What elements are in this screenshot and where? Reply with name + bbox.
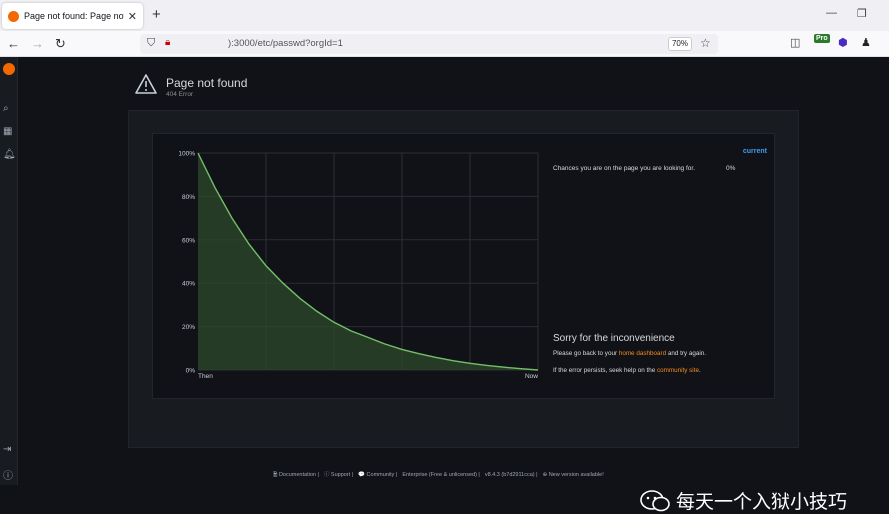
y-tick-label: 40% [182, 281, 195, 288]
watermark: 每天一个入狱小技巧 [640, 487, 847, 514]
pro-extension-icon[interactable]: Pro [814, 34, 830, 43]
legend-current-header: current [742, 148, 767, 155]
back-arrow-icon[interactable]: ← [7, 36, 20, 51]
reload-icon[interactable]: ↻ [55, 36, 66, 52]
pocket-icon[interactable]: ◫ [790, 36, 800, 49]
community-link[interactable]: 💬 Community | [358, 472, 397, 478]
tab-close-icon[interactable]: ✕ [128, 10, 137, 23]
y-tick-label: 100% [178, 151, 195, 158]
side-menu: ⌕ ▦ 🔔︎ ⇥ ⓘ [0, 57, 18, 485]
footer: 🗎 Documentation | ⓘ Support | 💬 Community … [273, 470, 609, 480]
y-tick-label: 20% [182, 324, 195, 331]
page-subtitle: 404 Error [166, 91, 194, 98]
sign-in-icon[interactable]: ⇥ [3, 444, 11, 455]
home-dashboard-link[interactable]: home dashboard [619, 350, 666, 357]
warning-icon [135, 74, 157, 94]
search-icon[interactable]: ⌕ [3, 103, 9, 114]
extension-hex-icon[interactable]: ⬢ [838, 36, 848, 49]
page-title: Page not found [166, 76, 248, 90]
url-text[interactable]: ):3000/etc/passwd?orgId=1 [228, 38, 343, 49]
shield-icon[interactable]: ⛉ [147, 37, 155, 50]
browser-nav-bar: ← → ↻ ⛉ 🔒︎ ):3000/etc/passwd?orgId=1 70%… [0, 31, 889, 57]
legend-current-value: 0% [726, 165, 736, 172]
browser-tab-bar: Page not found: Page not found ✕ + — ❐ [0, 0, 889, 31]
legend-series-name: Chances you are on the page you are look… [553, 165, 696, 172]
url-bar[interactable]: ⛉ 🔒︎ ):3000/etc/passwd?orgId=1 70% ☆ [140, 34, 718, 54]
go-back-prefix: Please go back to your [553, 350, 618, 357]
zoom-level[interactable]: 70% [668, 37, 692, 51]
persist-suffix: . [698, 367, 701, 374]
browser-tab[interactable]: Page not found: Page not found ✕ [2, 3, 143, 29]
community-site-link[interactable]: community site [657, 367, 699, 374]
y-tick-label: 60% [182, 237, 195, 244]
dashboards-icon[interactable]: ▦ [3, 126, 12, 137]
edition-text: Enterprise (Free & unlicensed) | [402, 472, 480, 478]
main-content: Page not found 404 Error 100% 80% 60% 40% 20… [18, 57, 889, 513]
go-back-text: Please go back to your home dashboard an… [553, 350, 706, 357]
support-link[interactable]: ⓘ Support | [324, 472, 353, 478]
version-text: v8.4.3 (b7d2911cca) | [484, 472, 538, 478]
restore-button[interactable]: ❐ [857, 7, 867, 20]
y-tick-label: 0% [186, 368, 196, 375]
sorry-heading: Sorry for the inconvenience [553, 333, 675, 344]
forward-arrow-icon[interactable]: → [31, 36, 44, 51]
wechat-icon [640, 489, 670, 511]
persist-prefix: If the error persists, seek help on the [553, 367, 656, 374]
bookmark-star-icon[interactable]: ☆ [700, 36, 711, 50]
y-tick-label: 80% [182, 194, 195, 201]
grafana-logo-icon[interactable] [3, 63, 15, 75]
x-tick-label-then: Then [198, 373, 213, 380]
go-back-suffix: and try again. [667, 350, 706, 357]
help-icon[interactable]: ⓘ [3, 467, 13, 482]
extension-person-icon[interactable]: ♟ [861, 36, 871, 49]
chance-chart: 100% 80% 60% 40% 20% 0%Then Now [178, 151, 539, 380]
grafana-favicon-icon [8, 10, 19, 22]
minimize-button[interactable]: — [826, 7, 837, 19]
tab-title: Page not found: Page not found [24, 11, 124, 21]
alerting-bell-icon[interactable]: 🔔︎ [3, 149, 16, 160]
persist-text: If the error persists, seek help on the … [553, 367, 701, 374]
new-tab-button[interactable]: + [152, 6, 161, 23]
insecure-lock-icon[interactable]: 🔒︎ [165, 37, 170, 48]
x-tick-label-now: Now [525, 373, 538, 380]
new-version-link[interactable]: ⊕ New version available! [543, 472, 604, 478]
watermark-text: 每天一个入狱小技巧 [676, 491, 848, 513]
documentation-link[interactable]: 🗎 Documentation | [273, 472, 319, 478]
